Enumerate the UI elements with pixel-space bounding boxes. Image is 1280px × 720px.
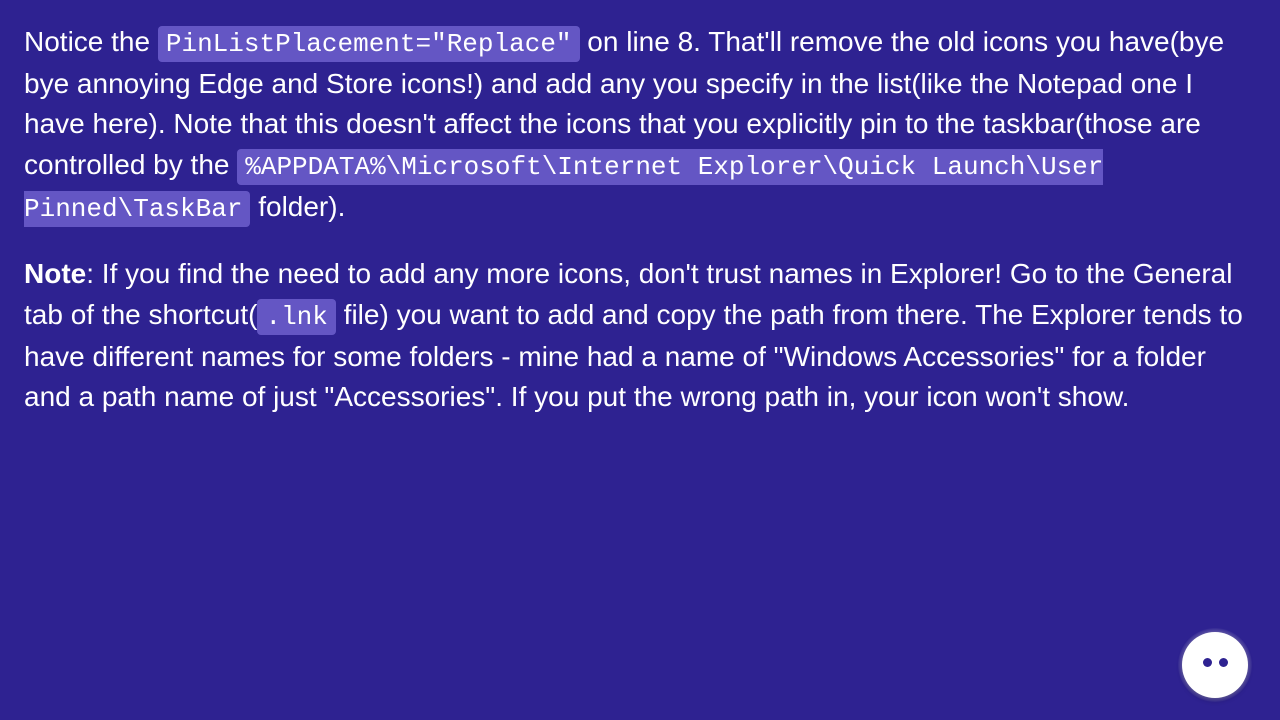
paragraph-2: Note: If you find the need to add any mo… xyxy=(24,254,1256,417)
eye-icon xyxy=(1203,658,1212,667)
text: folder). xyxy=(250,191,345,222)
chat-bubble-eyes xyxy=(1203,658,1228,667)
note-label: Note xyxy=(24,258,86,289)
text: Notice the xyxy=(24,26,158,57)
code-lnk: .lnk xyxy=(257,299,335,335)
eye-icon xyxy=(1219,658,1228,667)
paragraph-1: Notice the PinListPlacement="Replace" on… xyxy=(24,22,1256,228)
chat-bubble-icon[interactable] xyxy=(1182,632,1248,698)
code-pinlist: PinListPlacement="Replace" xyxy=(158,26,580,62)
article-body: Notice the PinListPlacement="Replace" on… xyxy=(0,0,1280,466)
